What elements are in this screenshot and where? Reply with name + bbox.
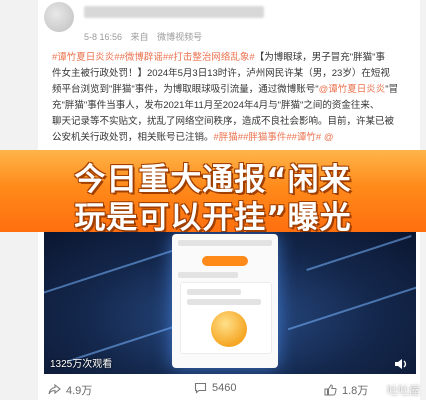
post-line: 公安机关行政处罚，相关账号已注销。#胖猫##胖猫事件##谭竹# @ [52, 132, 334, 143]
post-line: 聊天记录等不实贴文，扰乱了网络空间秩序，造成不良社会影响。目前，许某已被 [52, 116, 395, 127]
share-button[interactable]: 4.9万 [48, 382, 92, 398]
like-button[interactable]: 1.8万 [324, 382, 368, 398]
post-line: 充"胖猫"事件当事人，发布2021年11月至2024年4月与"胖猫"之间的资金往… [52, 100, 380, 111]
comment-button[interactable]: 5460 [194, 382, 236, 394]
comment-count: 5460 [212, 382, 237, 394]
like-count: 1.8万 [342, 385, 369, 397]
post-source[interactable]: 微博视频号 [157, 32, 202, 42]
share-count: 4.9万 [66, 385, 93, 397]
post-meta: 5-8 16:56 来自 微博视频号 [84, 30, 202, 43]
action-bar: 4.9万 5460 1.8万 [44, 378, 416, 400]
post-time: 5-8 16:56 [84, 32, 123, 42]
post-body: #谭竹夏日炎炎##微博辟谣##打击整治网络乱象#【为博眼球，男子冒充"胖猫"事 … [52, 50, 414, 146]
hashtag[interactable]: #胖猫##胖猫事件##谭竹# @ [214, 132, 334, 143]
avatar[interactable] [44, 2, 74, 32]
headline-line-2: 玩是可以开挂”曝光 [74, 200, 352, 236]
post-from-label: 来自 [130, 32, 149, 42]
hashtag[interactable]: #谭竹夏日炎炎##微博辟谣##打击整治网络乱象# [52, 52, 255, 63]
post-line: 件女主被行政处罚！】2024年5月3日13时许，泸州网民许某（男，23岁）在短视 [52, 68, 390, 79]
mention-link[interactable]: @谭竹夏日炎炎 [319, 84, 386, 95]
volume-icon[interactable] [394, 358, 408, 370]
post-line: 频平台浏览到"胖猫"事件，为博取眼球吸引流量，通过微博账号"@谭竹夏日炎炎"冒 [52, 84, 399, 95]
site-watermark: 吐吐屋 [387, 385, 420, 397]
comment-icon [194, 382, 207, 394]
author-name-blurred[interactable] [84, 6, 264, 18]
post-header: 5-8 16:56 来自 微博视频号 [44, 0, 374, 48]
share-icon [48, 384, 61, 395]
weibo-post-screenshot: 5-8 16:56 来自 微博视频号 #谭竹夏日炎炎##微博辟谣##打击整治网络… [0, 0, 426, 400]
view-count: 1325万次观看 [50, 359, 113, 370]
video-player[interactable]: 1325万次观看 [44, 232, 416, 374]
headline-banner: 今日重大通报“闲来 玩是可以开挂”曝光 [0, 150, 426, 236]
thumbs-up-icon [324, 384, 337, 396]
video-thumbnail-phone [172, 234, 278, 368]
post-line: #谭竹夏日炎炎##微博辟谣##打击整治网络乱象#【为博眼球，男子冒充"胖猫"事 [52, 52, 385, 63]
